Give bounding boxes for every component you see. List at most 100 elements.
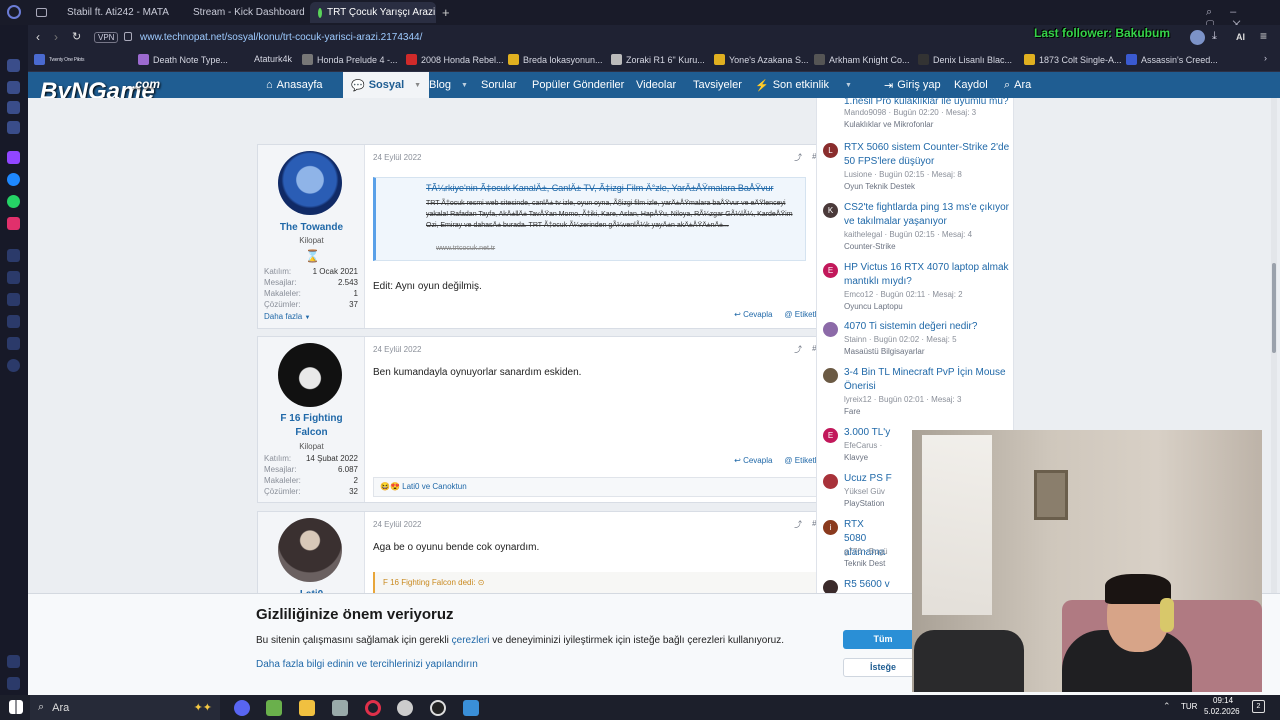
app-icon[interactable] — [266, 700, 282, 716]
more-link[interactable]: Daha fazla ▼ — [264, 312, 310, 321]
screenshot-icon[interactable] — [7, 121, 20, 134]
clock-icon[interactable] — [7, 315, 20, 328]
thread-title[interactable]: 4070 Ti sistemin değeri nedir? — [844, 320, 1012, 334]
app-icon[interactable] — [397, 700, 413, 716]
app-icon[interactable] — [463, 700, 479, 716]
menu-icon[interactable]: ≡ — [1260, 29, 1267, 43]
app-icon[interactable] — [332, 700, 348, 716]
gx-icon[interactable] — [7, 655, 20, 668]
nav-register[interactable]: Kaydol — [954, 72, 988, 98]
nav-recommendations[interactable]: Tavsiyeler — [693, 72, 742, 98]
share-icon[interactable]: ⤴ — [794, 519, 802, 530]
folder-icon[interactable] — [299, 700, 315, 716]
avatar[interactable] — [823, 474, 838, 489]
reply-button[interactable]: ↩ Cevapla — [734, 310, 772, 319]
accept-all-button[interactable]: Tüm — [843, 630, 923, 649]
avatar[interactable] — [823, 322, 838, 337]
post-username[interactable]: F 16 Fighting Falcon — [258, 412, 365, 440]
extensions-icon[interactable] — [7, 337, 20, 350]
wallet-icon[interactable] — [7, 101, 20, 114]
tab-technopat[interactable]: TRT Çocuk Yarışçı Arazi — [310, 2, 436, 23]
obs-icon[interactable] — [430, 700, 446, 716]
clock-time[interactable]: 09:14 — [1213, 696, 1233, 705]
settings-icon[interactable] — [7, 359, 20, 372]
thread-category[interactable]: PlayStation — [844, 499, 884, 508]
nav-blog[interactable]: Blog ▼ — [429, 72, 468, 98]
avatar[interactable]: i — [823, 520, 838, 535]
thread-title[interactable]: HP Victus 16 RTX 4070 laptop almak mantı… — [844, 261, 1012, 289]
nav-videos[interactable]: Videolar — [636, 72, 676, 98]
bookmark-item[interactable]: Ataturk4k — [254, 54, 292, 64]
bookmark-item[interactable]: Breda lokasyonun... — [508, 54, 603, 65]
clock-date[interactable]: 5.02.2026 — [1204, 707, 1240, 716]
post-date[interactable]: 24 Eylül 2022 — [373, 153, 421, 162]
windows-start-icon[interactable] — [9, 700, 23, 714]
avatar[interactable]: L — [823, 143, 838, 158]
nav-home[interactable]: ⌂ Anasayfa — [266, 72, 323, 98]
avatar[interactable] — [278, 343, 342, 407]
url-field[interactable]: www.technopat.net/sosyal/konu/trt-cocuk-… — [140, 32, 422, 43]
tray-chevron-icon[interactable]: ⌃ — [1163, 701, 1171, 712]
link-embed[interactable]: TÃ¼rkiye'nin Ã‡ocuk KanalÄ±, CanlÄ± TV, … — [373, 177, 806, 261]
twitch-icon[interactable] — [7, 151, 20, 164]
bookmark-item[interactable]: Yone's Azakana S... — [714, 54, 808, 65]
tab-kick[interactable]: Stream - Kick Dashboard — [180, 2, 308, 23]
thread-category[interactable]: Oyuncu Laptopu — [844, 302, 903, 311]
share-icon[interactable]: ⤴ — [794, 152, 802, 163]
avatar[interactable]: E — [823, 263, 838, 278]
nav-last-activity[interactable]: ⚡ Son etkinlik ▼ — [755, 72, 852, 98]
thread-category[interactable]: Klavye — [844, 453, 868, 462]
nav-popular[interactable]: Popüler Gönderiler — [532, 72, 624, 98]
thread-title[interactable]: CS2'te fightlarda ping 13 ms'e çıkıyor v… — [844, 201, 1012, 229]
bookmark-item[interactable]: Zoraki R1 6" Kuru... — [611, 54, 705, 65]
download-icon[interactable] — [7, 293, 20, 306]
more-icon[interactable] — [7, 677, 20, 690]
thread-category[interactable]: Kulaklıklar ve Mikrofonlar — [844, 120, 933, 129]
thread-category[interactable]: Counter-Strike — [844, 242, 896, 251]
thread-title[interactable]: 3-4 Bin TL Minecraft PvP İçin Mouse Öner… — [844, 366, 1012, 394]
avatar[interactable] — [278, 151, 342, 215]
arrow-up-icon[interactable]: ⊙ — [478, 578, 485, 587]
reload-icon[interactable]: ↻ — [72, 30, 81, 43]
tab-music[interactable]: Stabil ft. Ati242 - MATA — [54, 2, 174, 23]
bookmark-item[interactable]: 1873 Colt Single-A... — [1024, 54, 1122, 65]
thread-category[interactable]: Teknik Dest — [844, 559, 885, 568]
cookie-preferences-link[interactable]: Daha fazla bilgi edinin ve tercihleriniz… — [256, 659, 478, 670]
bookmark-item[interactable]: Honda Prelude 4 -... — [302, 54, 398, 65]
page-scrollbar-thumb[interactable] — [1272, 263, 1276, 353]
language-indicator[interactable]: TUR — [1181, 702, 1197, 711]
whatsapp-icon[interactable] — [7, 195, 20, 208]
home-icon[interactable] — [7, 59, 20, 72]
bookmark-item[interactable]: Denix Lisanlı Blac... — [918, 54, 1012, 65]
nav-questions[interactable]: Sorular — [481, 72, 516, 98]
avatar[interactable]: E — [823, 428, 838, 443]
bookmark-item[interactable]: Assassin's Creed... — [1126, 54, 1218, 65]
opera-gx-icon[interactable] — [365, 700, 381, 716]
optional-cookies-button[interactable]: İsteğe — [843, 658, 923, 677]
forward-icon[interactable]: › — [54, 30, 58, 44]
discord-icon[interactable] — [234, 700, 250, 716]
ai-button[interactable]: AI — [1236, 32, 1245, 42]
profile-avatar-icon[interactable] — [1190, 30, 1205, 45]
notification-icon[interactable]: 2 — [1252, 700, 1265, 713]
taskbar-search[interactable]: ⌕ Ara ✦✦ — [30, 695, 220, 720]
bookmark-item[interactable]: Death Note Type... — [138, 54, 228, 65]
avatar[interactable]: K — [823, 203, 838, 218]
cookie-link[interactable]: çerezleri — [452, 635, 490, 646]
reply-button[interactable]: ↩ Cevapla — [734, 456, 772, 465]
share-icon[interactable]: ⤴ — [794, 344, 802, 355]
bookmark-item[interactable]: 2008 Honda Rebel... — [406, 54, 504, 65]
favorites-icon[interactable] — [7, 81, 20, 94]
nav-social[interactable]: 💬 Sosyal ▼ — [343, 72, 430, 98]
bookmark-first[interactable]: Twenty One Pilots — [34, 54, 85, 65]
thread-category[interactable]: Oyun Teknik Destek — [844, 182, 915, 191]
avatar[interactable] — [278, 518, 342, 582]
nav-login[interactable]: ⇥ Giriş yap — [884, 72, 941, 98]
thread-title[interactable]: RTX 5060 sistem Counter-Strike 2'de 50 F… — [844, 141, 1012, 169]
post-username[interactable]: The Towande — [258, 221, 365, 235]
history-icon[interactable] — [7, 271, 20, 284]
browser-logo-icon[interactable] — [7, 5, 21, 19]
add-icon[interactable] — [7, 249, 20, 262]
messenger-icon[interactable] — [7, 173, 20, 186]
tab-list-icon[interactable] — [36, 8, 47, 17]
